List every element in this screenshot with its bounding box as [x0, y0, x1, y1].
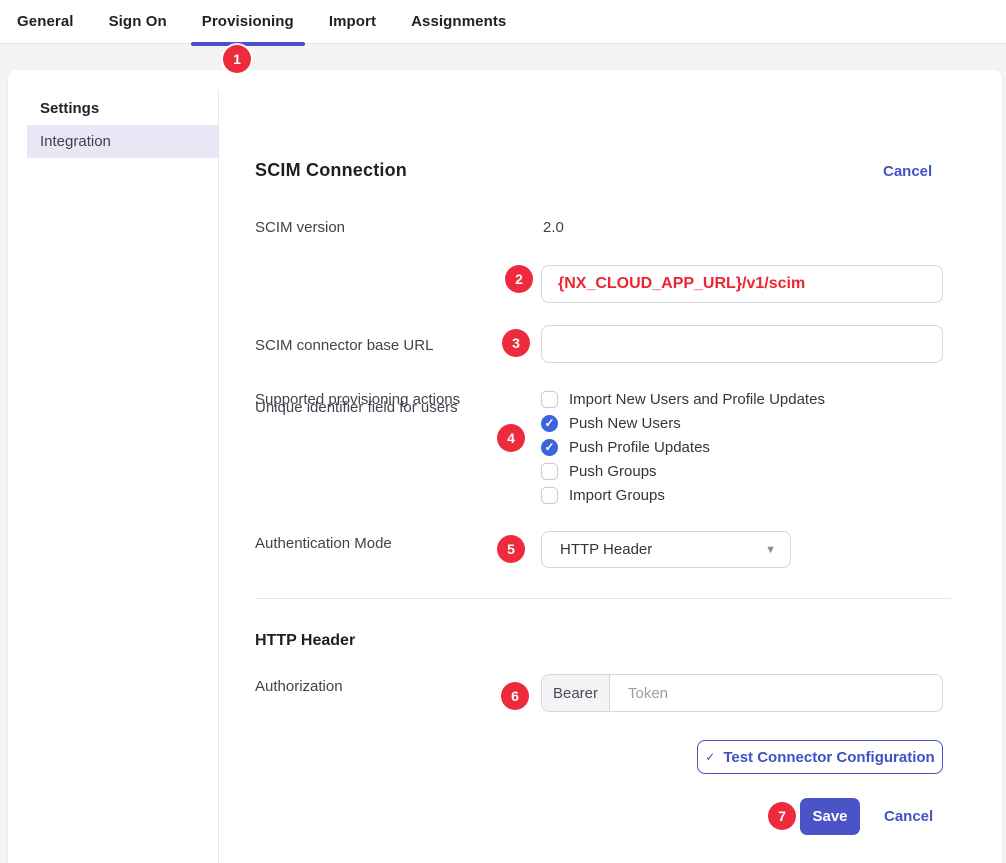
tab-general[interactable]: General [6, 0, 85, 44]
annotation-badge-7: 7 [768, 802, 796, 830]
authorization-input-group: Bearer [541, 674, 943, 712]
section-divider [255, 598, 951, 599]
tab-assignments[interactable]: Assignments [400, 0, 517, 44]
annotation-badge-5: 5 [497, 535, 525, 563]
provisioning-action-row: Import New Users and Profile Updates [541, 387, 825, 411]
bearer-prefix: Bearer [542, 675, 610, 711]
chevron-down-icon: ▼ [765, 544, 776, 556]
unique-id-input[interactable] [541, 325, 943, 363]
annotation-badge-4: 4 [497, 424, 525, 452]
annotation-badge-3: 3 [502, 329, 530, 357]
checkbox-label: Push New Users [569, 415, 681, 432]
checkbox-push-groups[interactable] [541, 463, 558, 480]
token-input[interactable] [610, 675, 942, 711]
provisioning-actions-label: Supported provisioning actions [255, 391, 460, 408]
checkbox-label: Push Profile Updates [569, 439, 710, 456]
checkbox-label: Push Groups [569, 463, 657, 480]
provisioning-action-row: Import Groups [541, 483, 665, 507]
tab-provisioning[interactable]: Provisioning [191, 0, 305, 44]
app-provisioning-screen: General Sign On Provisioning Import Assi… [0, 0, 1006, 863]
settings-card: Settings Integration SCIM Connection Can… [8, 70, 1002, 863]
http-header-section-title: HTTP Header [255, 632, 355, 650]
base-url-label: SCIM connector base URL [255, 337, 433, 354]
checkbox-push-new-users[interactable] [541, 415, 558, 432]
check-icon: ✓ [705, 750, 715, 764]
test-connector-button[interactable]: ✓ Test Connector Configuration [697, 740, 943, 774]
provisioning-action-row: Push Groups [541, 459, 657, 483]
cancel-link-bottom[interactable]: Cancel [884, 808, 933, 825]
provisioning-action-row: Push Profile Updates [541, 435, 710, 459]
scim-connection-form: SCIM Connection Cancel SCIM version 2.0 … [8, 70, 1002, 863]
checkbox-import-new-users[interactable] [541, 391, 558, 408]
checkbox-label: Import Groups [569, 487, 665, 504]
annotation-badge-6: 6 [501, 682, 529, 710]
page-title: SCIM Connection [255, 160, 407, 181]
auth-mode-select[interactable]: HTTP Header ▼ [541, 531, 791, 568]
scim-version-value: 2.0 [543, 219, 564, 236]
base-url-input[interactable] [541, 265, 943, 303]
tab-import[interactable]: Import [318, 0, 387, 44]
auth-mode-label: Authentication Mode [255, 535, 392, 552]
annotation-badge-2: 2 [505, 265, 533, 293]
scim-version-label: SCIM version [255, 219, 345, 236]
checkbox-label: Import New Users and Profile Updates [569, 391, 825, 408]
provisioning-action-row: Push New Users [541, 411, 681, 435]
tab-sign-on[interactable]: Sign On [98, 0, 178, 44]
annotation-badge-1: 1 [223, 45, 251, 73]
cancel-link-top[interactable]: Cancel [883, 163, 932, 180]
checkbox-import-groups[interactable] [541, 487, 558, 504]
checkbox-push-profile-updates[interactable] [541, 439, 558, 456]
auth-mode-selected-value: HTTP Header [560, 541, 652, 558]
test-connector-button-label: Test Connector Configuration [723, 749, 934, 766]
save-button[interactable]: Save [800, 798, 860, 835]
tab-bar: General Sign On Provisioning Import Assi… [0, 0, 1006, 44]
authorization-label: Authorization [255, 678, 343, 695]
